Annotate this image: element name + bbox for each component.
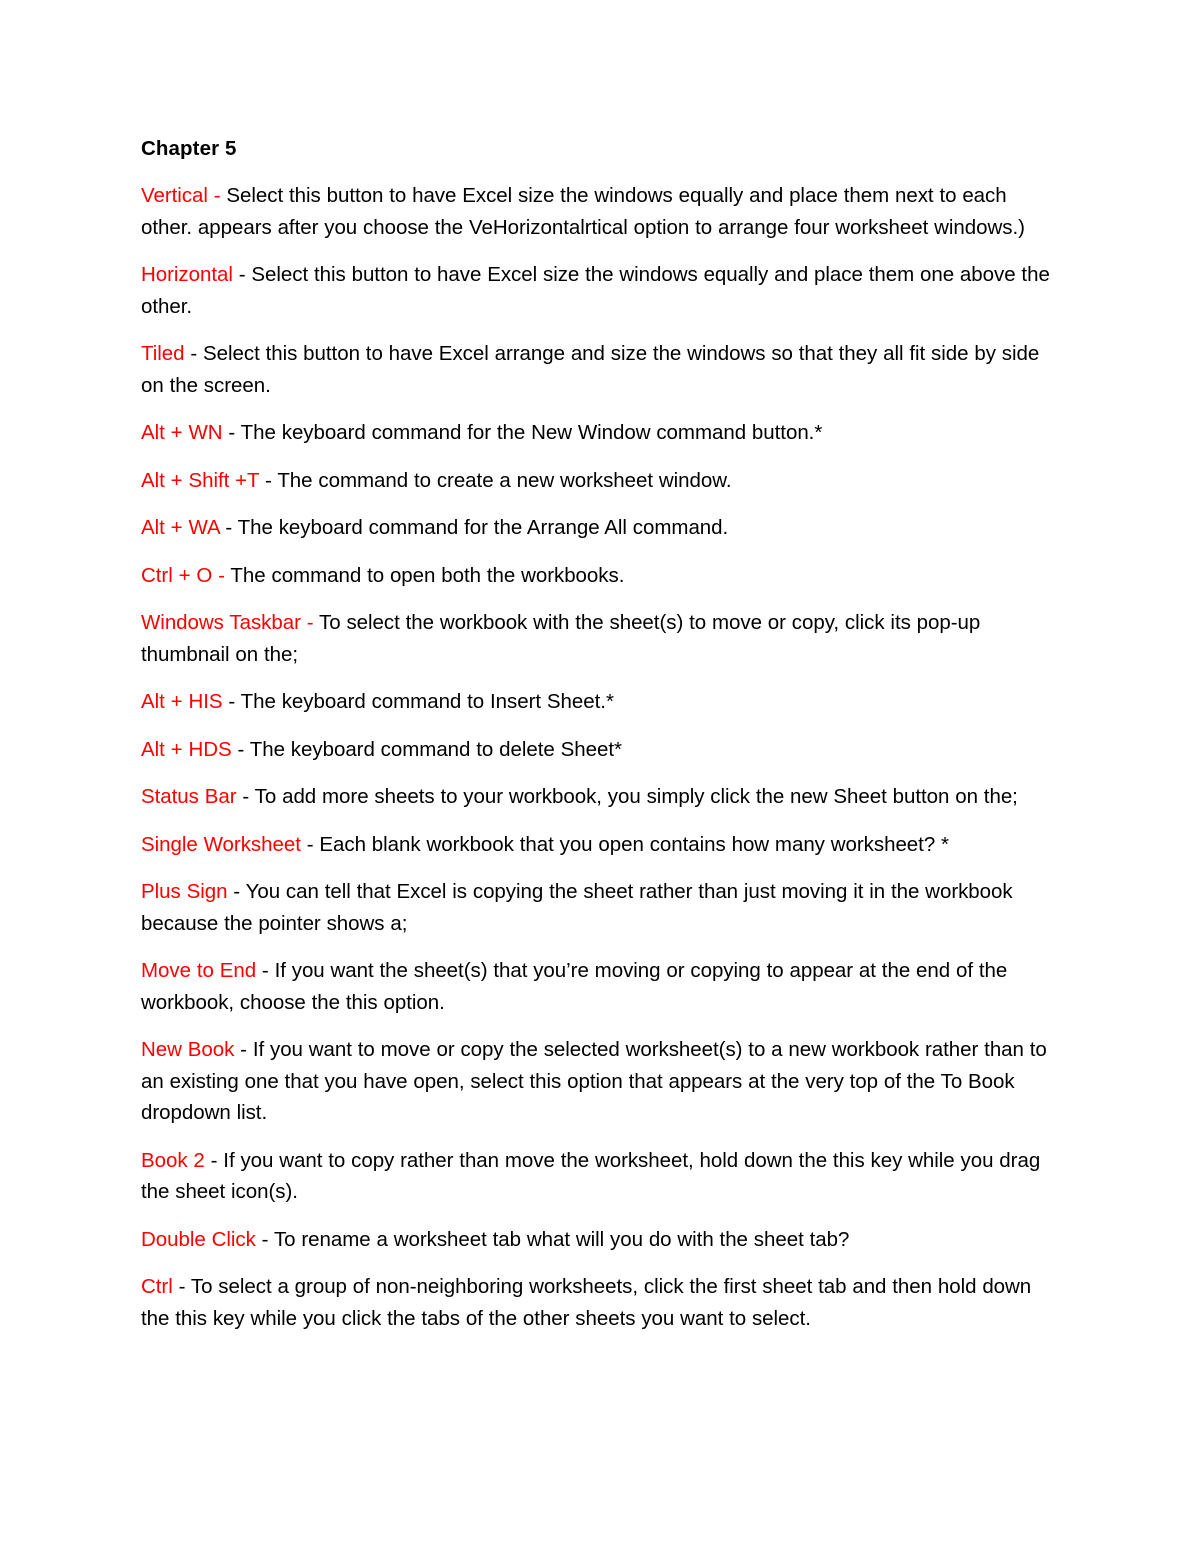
glossary-entry: Alt + HIS - The keyboard command to Inse…	[141, 686, 1058, 718]
entry-separator: -	[222, 421, 241, 444]
entry-term: Status Bar	[141, 785, 237, 808]
entry-description: Select this button to have Excel size th…	[141, 263, 1050, 318]
glossary-entry: Double Click - To rename a worksheet tab…	[141, 1224, 1058, 1256]
entry-separator: -	[227, 880, 246, 903]
entry-term: Vertical	[141, 184, 208, 207]
entry-separator: -	[236, 785, 255, 808]
entry-term: Book 2	[141, 1148, 205, 1172]
entry-separator: -	[232, 263, 252, 286]
entry-description: To select a group of non-neighboring wor…	[141, 1275, 1032, 1330]
entry-term: Windows Taskbar	[141, 611, 301, 634]
entry-separator: -	[204, 1148, 224, 1172]
entry-term: Move to End	[141, 959, 257, 982]
entry-separator: -	[184, 342, 203, 365]
glossary-entry: Horizontal - Select this button to have …	[141, 259, 1058, 322]
entry-separator: -	[207, 184, 227, 207]
page-title: Chapter 5	[141, 137, 237, 160]
entry-description: The keyboard command for the New Window …	[240, 421, 823, 444]
entry-term: Single Worksheet	[141, 832, 301, 856]
glossary-entry: Book 2 - If you want to copy rather than…	[141, 1145, 1058, 1208]
entry-description: The command to open both the workbooks.	[230, 563, 625, 587]
entry-description: Each blank workbook that you open contai…	[319, 832, 949, 856]
entry-description: The keyboard command to Insert Sheet.*	[240, 690, 614, 713]
entry-term: Alt + HIS	[141, 690, 223, 713]
entry-term: Horizontal	[141, 263, 233, 286]
entry-description: To add more sheets to your workbook, you…	[254, 785, 1018, 808]
glossary-entry: Status Bar - To add more sheets to your …	[141, 781, 1058, 813]
entry-term: Alt + WN	[141, 421, 223, 444]
document-page: Chapter 5 Vertical - Select this button …	[0, 0, 1200, 1553]
entry-separator: -	[212, 563, 231, 587]
entry-term: New Book	[141, 1038, 235, 1061]
entry-term: Double Click	[141, 1227, 256, 1251]
entry-description: If you want to move or copy the selected…	[141, 1038, 1047, 1124]
entry-description: To rename a worksheet tab what will you …	[273, 1227, 850, 1251]
glossary-entry: Ctrl - To select a group of non-neighbor…	[141, 1271, 1058, 1334]
entry-term: Alt + HDS	[141, 737, 232, 761]
glossary-entry: Alt + WA - The keyboard command for the …	[141, 512, 1058, 544]
entry-separator: -	[255, 1227, 274, 1251]
entry-term: Ctrl + O	[141, 563, 213, 587]
glossary-entry: Single Worksheet - Each blank workbook t…	[141, 829, 1058, 861]
entry-separator: -	[234, 1038, 253, 1061]
glossary-entry: Alt + Shift +T - The command to create a…	[141, 465, 1058, 497]
entry-separator: -	[256, 959, 275, 982]
entry-term: Alt + WA	[141, 516, 220, 539]
entry-description: The keyboard command for the Arrange All…	[237, 516, 729, 539]
entry-separator: -	[219, 516, 238, 539]
entry-description: The keyboard command to delete Sheet*	[249, 737, 622, 761]
entry-separator: -	[259, 468, 278, 492]
glossary-entry: Alt + WN - The keyboard command for the …	[141, 417, 1058, 449]
entry-description: The command to create a new worksheet wi…	[277, 468, 732, 492]
entry-separator: -	[300, 832, 320, 856]
entry-description: If you want to copy rather than move the…	[141, 1148, 1041, 1204]
glossary-entry: Vertical - Select this button to have Ex…	[141, 180, 1058, 243]
glossary-entry: Alt + HDS - The keyboard command to dele…	[141, 734, 1058, 766]
entry-description: Select this button to have Excel arrange…	[141, 342, 1040, 397]
glossary-entry: Move to End - If you want the sheet(s) t…	[141, 955, 1058, 1018]
entry-separator: -	[231, 737, 250, 761]
entry-separator: -	[300, 611, 320, 634]
glossary-entry: Tiled - Select this button to have Excel…	[141, 338, 1058, 401]
glossary-entry: Ctrl + O - The command to open both the …	[141, 560, 1058, 592]
entry-separator: -	[222, 690, 241, 713]
entry-term: Alt + Shift +T	[141, 468, 260, 492]
entry-term: Ctrl	[141, 1275, 173, 1298]
entry-description: Select this button to have Excel size th…	[141, 184, 1025, 239]
entry-term: Tiled	[141, 342, 185, 365]
entry-separator: -	[172, 1275, 191, 1298]
glossary-entry: Plus Sign - You can tell that Excel is c…	[141, 876, 1058, 939]
glossary-entry: New Book - If you want to move or copy t…	[141, 1034, 1058, 1129]
entry-term: Plus Sign	[141, 880, 228, 903]
entry-list: Vertical - Select this button to have Ex…	[141, 180, 1058, 1334]
entry-description: You can tell that Excel is copying the s…	[141, 880, 1013, 935]
glossary-entry: Windows Taskbar - To select the workbook…	[141, 607, 1058, 670]
